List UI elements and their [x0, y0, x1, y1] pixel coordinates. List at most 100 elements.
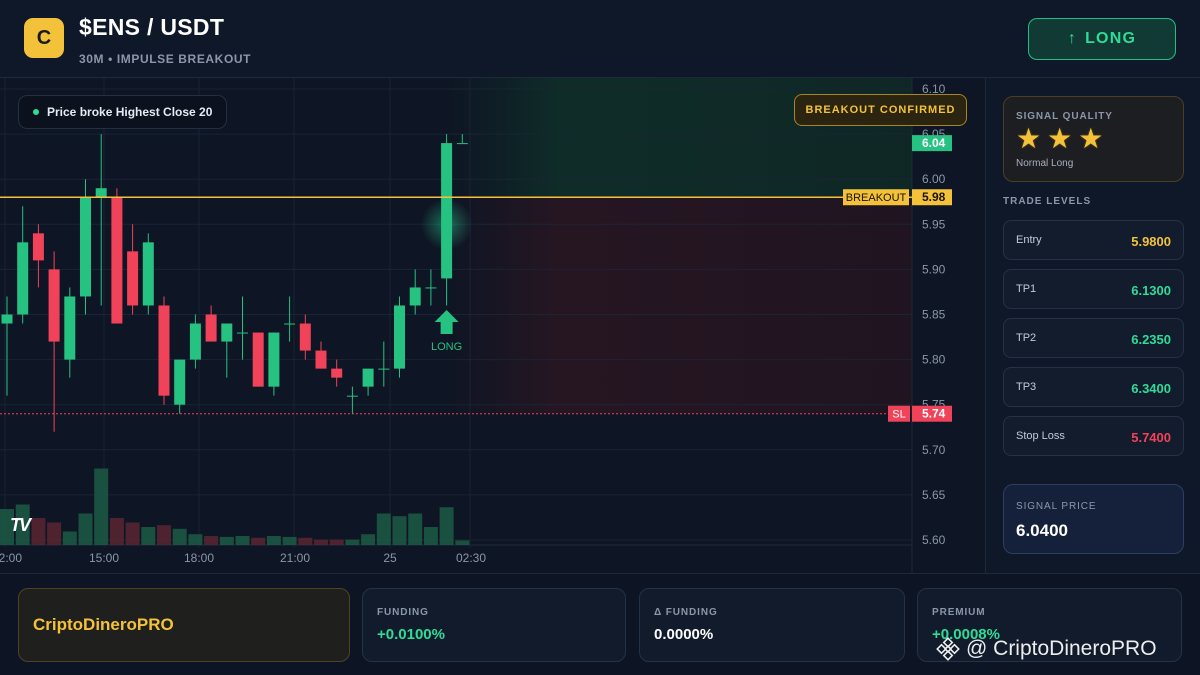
funding-card: FUNDING +0.0100%	[362, 588, 626, 662]
volume-bar	[62, 531, 77, 545]
level-value: 6.3400	[1131, 381, 1171, 396]
delta-funding-card: Δ FUNDING 0.0000%	[639, 588, 905, 662]
last-price-tag-label: 6.04	[922, 136, 946, 150]
quality-subtitle: Normal Long	[1016, 158, 1074, 169]
candle-body	[48, 269, 60, 342]
candle-body	[456, 143, 468, 145]
level-tp2: TP2 6.2350	[1003, 318, 1184, 358]
candle-body	[346, 395, 358, 397]
breakout-info-badge: Price broke Highest Close 20	[18, 95, 228, 129]
candle-body	[221, 323, 233, 342]
long-signal-button[interactable]: ↑ LONG	[1028, 18, 1176, 60]
funding-label: FUNDING	[377, 607, 429, 618]
volume-bar	[219, 536, 234, 545]
candle-body	[237, 332, 248, 334]
x-tick-label: 15:00	[89, 551, 119, 565]
level-label: TP1	[1016, 283, 1037, 295]
long-marker-label: LONG	[431, 341, 462, 353]
level-value: 6.2350	[1131, 332, 1171, 347]
header: C $ENS / USDT 30M • IMPULSE BREAKOUT ↑ L…	[0, 0, 1200, 78]
volume-bar	[78, 513, 93, 545]
signal-price-label: SIGNAL PRICE	[1016, 501, 1097, 512]
candle-body	[111, 197, 123, 324]
candle-body	[17, 242, 29, 315]
sl-price-tag-label: 5.74	[922, 407, 946, 421]
volume-bar	[251, 537, 266, 545]
delta-funding-value: 0.0000%	[654, 626, 714, 643]
volume-bar	[188, 534, 203, 545]
candle-body	[441, 143, 453, 279]
level-entry: Entry 5.9800	[1003, 220, 1184, 260]
volume-bar	[157, 525, 171, 545]
level-value: 5.9800	[1131, 234, 1171, 249]
candle-body	[378, 368, 390, 370]
tradingview-logo-icon[interactable]: TV	[10, 515, 31, 536]
signal-quality-label: SIGNAL QUALITY	[1016, 111, 1113, 122]
volume-bar	[282, 536, 297, 545]
candle-body	[252, 332, 264, 387]
volume-bar	[314, 539, 328, 545]
funding-value: +0.0100%	[377, 626, 445, 643]
quality-stars: ★ ★ ★	[1016, 124, 1103, 154]
candle-body	[32, 233, 44, 261]
level-tp3: TP3 6.3400	[1003, 367, 1184, 407]
pair-subtitle: 30M • IMPULSE BREAKOUT	[79, 52, 252, 66]
watermark-text: @ CriptoDineroPRO	[966, 637, 1157, 660]
x-tick-label: 18:00	[184, 551, 214, 565]
level-label: TP3	[1016, 381, 1037, 393]
brand-card: CriptoDineroPRO	[18, 588, 350, 662]
x-tick-label: 21:00	[280, 551, 310, 565]
y-tick-label: 5.95	[922, 217, 946, 231]
watermark: @ CriptoDineroPRO	[936, 637, 1157, 661]
candle-body	[394, 305, 405, 369]
signal-quality-card: SIGNAL QUALITY ★ ★ ★ Normal Long	[1003, 96, 1184, 182]
candle-body	[95, 188, 107, 198]
signal-price-value: 6.0400	[1016, 521, 1068, 540]
candle-body	[1, 314, 13, 324]
volume-bar	[392, 516, 407, 545]
volume-bar	[361, 534, 376, 545]
arrow-up-icon: ↑	[1067, 30, 1078, 47]
y-tick-label: 5.90	[922, 262, 946, 276]
level-label: Entry	[1016, 234, 1042, 246]
y-tick-label: 5.70	[922, 443, 946, 457]
y-tick-label: 5.80	[922, 353, 946, 367]
price-chart[interactable]: BREAKOUT SL 6.10 6.05 6.00 5.95 5.90 5.85 5.80 5…	[0, 78, 985, 573]
level-label: Stop Loss	[1016, 430, 1065, 442]
level-value: 5.7400	[1131, 430, 1171, 445]
volume-bar	[329, 539, 344, 545]
candle-body	[315, 350, 327, 369]
candle-body	[331, 368, 343, 378]
volume-bar	[109, 518, 124, 545]
volume-bar	[423, 527, 438, 545]
volume-bar	[94, 468, 109, 545]
candle-body	[205, 314, 217, 342]
star-icon: ★	[1078, 123, 1104, 154]
trade-levels-title: TRADE LEVELS	[1003, 196, 1092, 207]
candle-body	[425, 287, 437, 289]
candle-body	[64, 296, 76, 360]
volume-bar	[408, 513, 423, 545]
volume-bar	[266, 536, 281, 545]
volume-bar	[47, 522, 62, 545]
y-tick-label: 5.65	[922, 488, 946, 502]
x-tick-label: 02:30	[456, 551, 486, 565]
candle-body	[299, 323, 311, 351]
volume-bar	[31, 518, 46, 545]
breakout-price-tag-label: 5.98	[922, 190, 946, 204]
candle-body	[409, 287, 421, 306]
premium-label: PREMIUM	[932, 607, 986, 618]
binance-logo-icon	[936, 637, 960, 661]
candle-body	[189, 323, 201, 360]
y-tick-label: 5.60	[922, 533, 946, 547]
star-icon: ★	[1016, 123, 1042, 154]
candle-body	[142, 242, 154, 306]
candle-body	[158, 305, 170, 396]
stop-loss-zone	[444, 197, 912, 414]
candlestick-chart[interactable]: BREAKOUTSL 6.106.056.005.955.905.855.805…	[0, 78, 985, 573]
volume-bar	[204, 536, 219, 545]
brand-name: CriptoDineroPRO	[33, 615, 174, 634]
volume-bar	[439, 507, 454, 545]
breakout-info-text: Price broke Highest Close 20	[47, 105, 213, 119]
signal-panel: SIGNAL QUALITY ★ ★ ★ Normal Long TRADE L…	[985, 78, 1200, 573]
